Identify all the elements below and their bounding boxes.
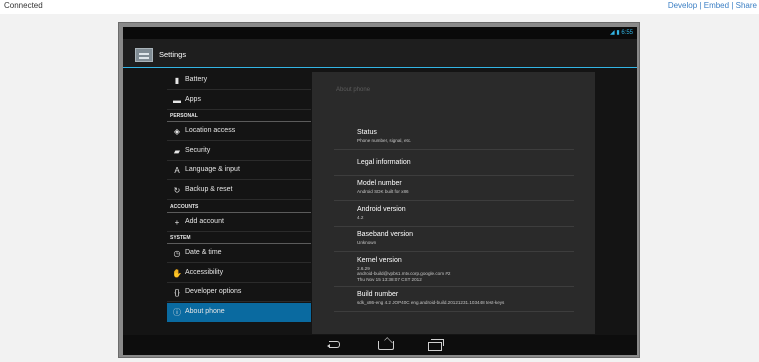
settings-app-icon[interactable] [135, 48, 153, 62]
settings-item-label: Language & input [185, 166, 240, 174]
about-row-title: Kernel version [357, 256, 402, 264]
about-row-summary: Thu Nov 15 13:38:07 CST 2012 [357, 276, 422, 282]
plus-icon: + [174, 217, 180, 227]
code-icon: {} [174, 288, 180, 298]
about-row[interactable]: Kernel version 2.6.29 android-build@vpbs1.… [334, 253, 574, 287]
embed-link[interactable]: Embed [704, 1, 729, 10]
settings-item-label: Location access [185, 127, 236, 135]
settings-item[interactable]: A Language & input [167, 161, 311, 181]
settings-item[interactable]: ✋ Accessibility [167, 264, 311, 283]
section-header-label: PERSONAL [170, 113, 198, 120]
link-separator: | [699, 1, 702, 10]
top-links: Develop | Embed | Share [668, 1, 757, 10]
settings-item[interactable]: ▮ Battery [167, 71, 311, 90]
section-header: PERSONAL [167, 110, 311, 123]
status-time: 6:55 [621, 30, 633, 36]
connection-status: Connected [4, 1, 43, 10]
back-icon[interactable] [325, 339, 347, 351]
battery-icon: ▮ [174, 76, 180, 85]
clock-icon: ◷ [173, 249, 181, 259]
about-row[interactable]: Legal information [334, 151, 574, 176]
action-bar: Settings [123, 39, 637, 68]
settings-item[interactable]: ◷ Date & time [167, 244, 311, 264]
settings-item[interactable]: ⓘ About phone [167, 303, 311, 322]
recents-icon[interactable] [425, 339, 447, 351]
link-separator: | [731, 1, 734, 10]
apps-icon: ▬ [173, 95, 181, 105]
settings-item[interactable]: ▬ Apps [167, 91, 311, 110]
android-screen: ◢ ▮ 6:55 Settings ▮ Battery ▬ Apps PERSONAL ◈… [123, 27, 637, 355]
section-header-label: ACCOUNTS [170, 203, 199, 210]
about-phone-pane: About phone Status Phone number, signal, … [312, 72, 595, 334]
info-icon: ⓘ [173, 308, 181, 317]
section-header: ACCOUNTS [167, 201, 311, 213]
home-icon[interactable] [375, 339, 397, 351]
settings-item-label: Add account [185, 217, 224, 225]
top-bar: Connected Develop | Embed | Share [0, 0, 759, 14]
settings-item-label: Backup & reset [185, 186, 233, 193]
section-header: SYSTEM [167, 232, 311, 245]
settings-item[interactable]: ↻ Backup & reset [167, 181, 311, 200]
settings-item-label: Security [185, 146, 211, 154]
about-row-summary: sdk_x86-eng 4.2 JOP40C eng.android-build… [357, 300, 505, 306]
settings-item-label: About phone [185, 308, 225, 315]
language-icon: A [174, 166, 180, 176]
location-icon: ◈ [173, 127, 181, 137]
share-link[interactable]: Share [736, 1, 757, 10]
system-status-bar: ◢ ▮ 6:55 [123, 27, 637, 39]
navigation-bar [123, 335, 637, 355]
settings-list: ▮ Battery ▬ Apps PERSONAL ◈ Location access ▰ Se… [167, 71, 311, 327]
emulator-frame: ◢ ▮ 6:55 Settings ▮ Battery ▬ Apps PERSONAL ◈… [118, 22, 640, 358]
action-bar-title: Settings [159, 50, 187, 59]
section-header-label: SYSTEM [170, 235, 191, 242]
settings-item-label: Battery [185, 76, 208, 83]
settings-item[interactable]: ▰ Security [167, 142, 311, 161]
about-row[interactable]: Model number Android SDK built for x86 [334, 176, 574, 201]
settings-item-label: Accessibility [185, 268, 224, 276]
about-row-title: Status [357, 129, 377, 136]
about-row-title: Legal information [357, 158, 411, 166]
about-row-summary: 4.2 [357, 214, 364, 220]
develop-link[interactable]: Develop [668, 1, 697, 10]
about-row[interactable]: Baseband version Unknown [334, 227, 574, 252]
accessibility-icon: ✋ [172, 268, 182, 278]
about-row-title: Model number [357, 180, 402, 187]
about-row[interactable]: Android version 4.2 [334, 202, 574, 227]
backup-icon: ↻ [173, 186, 181, 195]
about-row-summary: Android SDK built for x86 [357, 189, 409, 194]
about-row-title: Baseband version [357, 231, 414, 238]
status-icons: ◢ ▮ 6:55 [610, 29, 633, 36]
section-title: About phone [336, 87, 371, 93]
settings-item[interactable]: + Add account [167, 213, 311, 232]
battery-status-icon: ▮ [616, 30, 620, 36]
signal-icon: ◢ [610, 30, 615, 36]
about-row[interactable]: Status Phone number, signal, etc. [334, 125, 574, 150]
settings-item[interactable]: {} Developer options [167, 283, 311, 303]
about-row[interactable]: Build number sdk_x86-eng 4.2 JOP40C eng.a… [334, 287, 574, 313]
settings-item-label: Developer options [185, 288, 242, 296]
settings-item[interactable]: ◈ Location access [167, 122, 311, 142]
lock-icon: ▰ [173, 146, 181, 156]
about-row-title: Build number [357, 291, 399, 299]
about-row-summary: Phone number, signal, etc. [357, 138, 412, 143]
settings-item-label: Apps [185, 95, 201, 103]
about-row-title: Android version [357, 205, 406, 213]
about-row-summary: Unknown [357, 240, 377, 245]
settings-item-label: Date & time [185, 249, 222, 257]
